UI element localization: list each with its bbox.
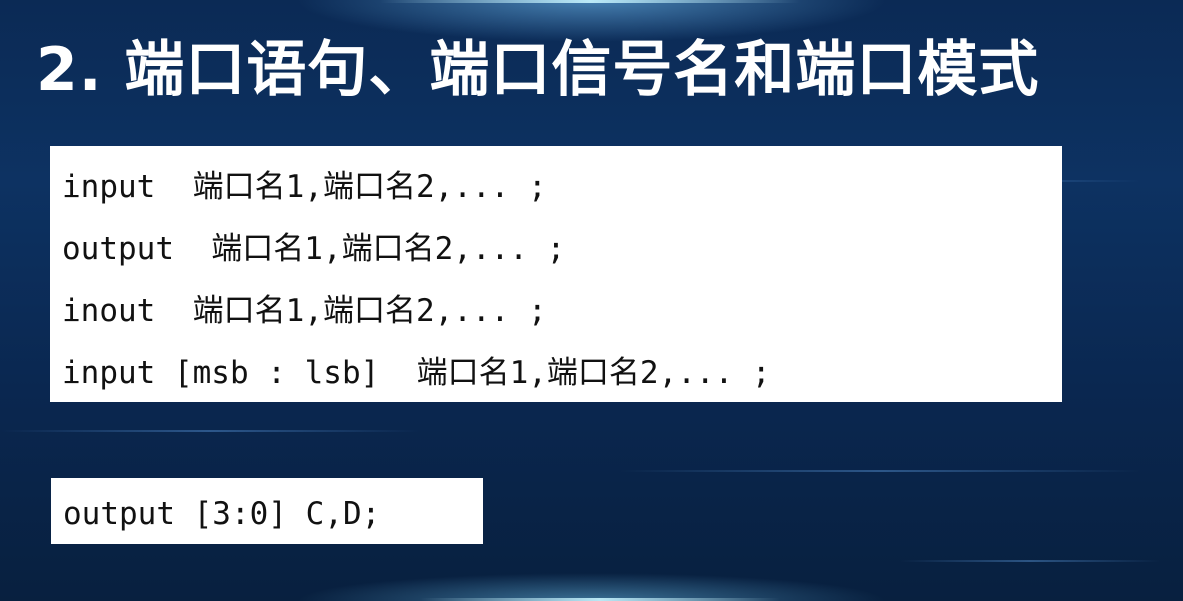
background-streak	[0, 430, 420, 432]
port-syntax-code-box: input 端口名1,端口名2,... ; output 端口名1,端口名2,.…	[50, 146, 1062, 402]
slide-title: 2. 端口语句、端口信号名和端口模式	[36, 35, 1040, 105]
example-line-output: output [3:0] C,D;	[63, 496, 381, 532]
syntax-line-input: input 端口名1,端口名2,... ;	[62, 169, 547, 205]
background-streak	[620, 470, 1140, 472]
background-streak	[900, 560, 1160, 562]
top-edge-glow	[380, 0, 800, 3]
port-example-code-box: output [3:0] C,D;	[51, 478, 483, 544]
syntax-line-output: output 端口名1,端口名2,... ;	[62, 231, 566, 267]
syntax-line-input-bus: input [msb : lsb] 端口名1,端口名2,... ;	[62, 355, 771, 391]
syntax-line-inout: inout 端口名1,端口名2,... ;	[62, 293, 547, 329]
